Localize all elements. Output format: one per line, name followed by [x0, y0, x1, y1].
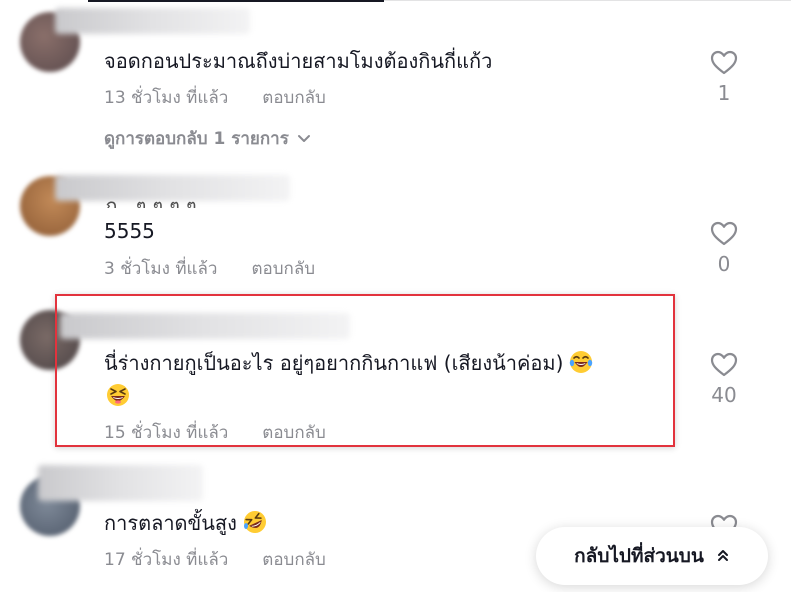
reply-button[interactable]: ตอบกลับ [262, 550, 326, 570]
comment-text-wrap [106, 381, 130, 415]
username-blurred [60, 313, 350, 339]
username-blurred [38, 465, 203, 501]
view-replies-button[interactable]: ดูการตอบกลับ 1 รายการ [104, 128, 311, 150]
tears-of-joy-emoji [569, 350, 593, 382]
like-control: 1 [704, 50, 744, 106]
comment-time: 3 ชั่วโมง ที่แล้ว [104, 259, 218, 279]
comment-meta: 15 ชั่วโมง ที่แล้ว ตอบกลับ [104, 422, 326, 444]
comment-text: การตลาดขั้นสูง [104, 508, 267, 542]
reply-button[interactable]: ตอบกลับ [251, 259, 315, 279]
username-blurred [55, 8, 250, 34]
comment-text-content: นี่ร่างกายกูเป็นอะไร อยู่ๆอยากกินกาแฟ (เ… [104, 351, 564, 375]
chevron-down-icon [297, 128, 311, 150]
reply-button[interactable]: ตอบกลับ [262, 423, 326, 443]
like-control: 0 [704, 221, 744, 277]
active-tab-indicator [88, 0, 384, 2]
comment-meta: 13 ชั่วโมง ที่แล้ว ตอบกลับ [104, 87, 326, 109]
like-count: 0 [717, 252, 731, 276]
double-chevron-up-icon [704, 545, 730, 567]
comment-text: นี่ร่างกายกูเป็นอะไร อยู่ๆอยากกินกาแฟ (เ… [104, 348, 593, 382]
comment-time: 17 ชั่วโมง ที่แล้ว [104, 550, 229, 570]
rolling-laugh-emoji [243, 510, 267, 542]
comment-meta: 3 ชั่วโมง ที่แล้ว ตอบกลับ [104, 258, 315, 280]
comment-text: จอดกอนประมาณถึงบ่ายสามโมงต้องกินกี่แก้ว [104, 49, 493, 73]
comment-text-content: การตลาดขั้นสูง [104, 511, 237, 535]
username-fragment-blurred: ฏ ๆๆๆๆ [104, 196, 203, 208]
comment-time: 13 ชั่วโมง ที่แล้ว [104, 88, 229, 108]
heart-outline-icon[interactable] [704, 50, 744, 76]
heart-outline-icon[interactable] [704, 352, 744, 378]
comment-text: 5555 [104, 219, 155, 243]
back-to-top-button[interactable]: กลับไปที่ส่วนบน [536, 527, 768, 585]
like-count: 40 [711, 383, 737, 407]
comments-panel: จอดกอนประมาณถึงบ่ายสามโมงต้องกินกี่แก้ว … [0, 0, 791, 592]
comment-meta: 17 ชั่วโมง ที่แล้ว ตอบกลับ [104, 549, 326, 571]
tab-divider [384, 0, 791, 1]
back-to-top-label: กลับไปที่ส่วนบน [574, 545, 704, 567]
reply-button[interactable]: ตอบกลับ [262, 88, 326, 108]
heart-outline-icon[interactable] [704, 221, 744, 247]
like-count: 1 [717, 81, 731, 105]
comment-time: 15 ชั่วโมง ที่แล้ว [104, 423, 229, 443]
squinting-laugh-emoji [106, 383, 130, 415]
view-replies-label: ดูการตอบกลับ 1 รายการ [104, 129, 289, 149]
like-control: 40 [704, 352, 744, 408]
